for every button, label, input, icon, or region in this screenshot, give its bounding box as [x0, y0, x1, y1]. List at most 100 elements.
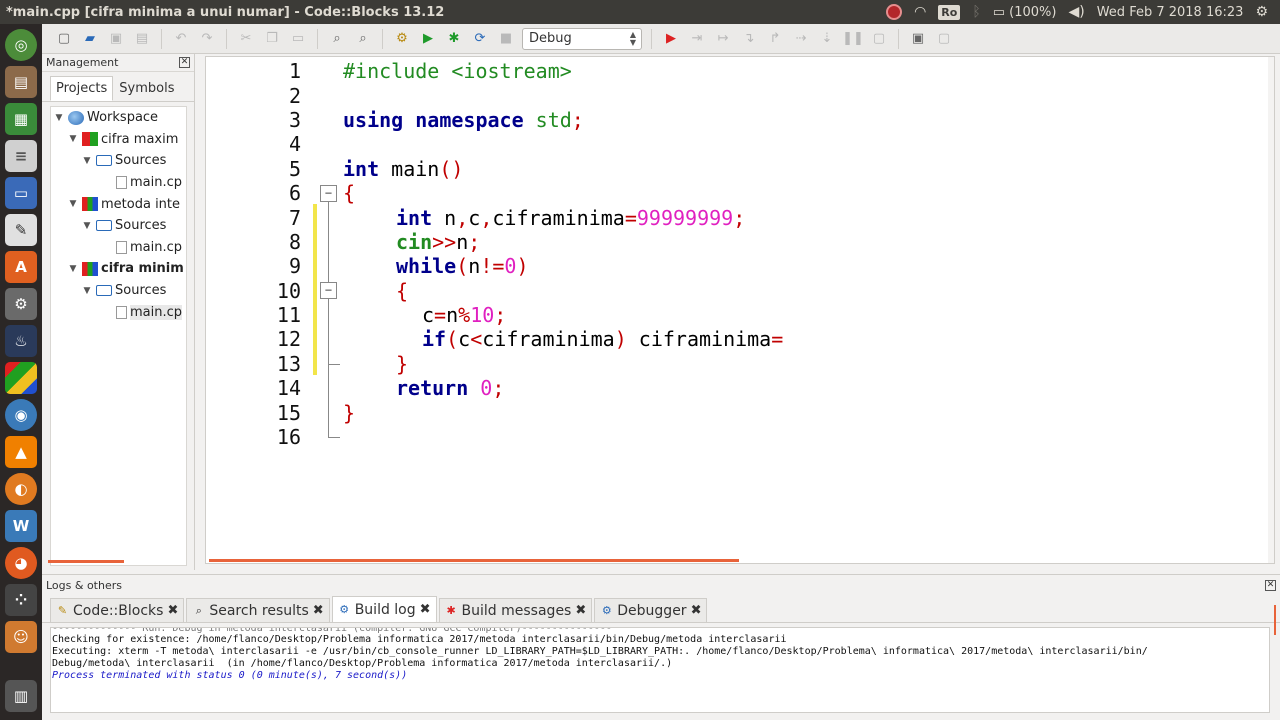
file-icon: [116, 176, 127, 190]
save-icon[interactable]: ▣: [106, 29, 126, 49]
tree-item-file-selected[interactable]: main.cp: [51, 301, 186, 323]
tab-projects[interactable]: Projects: [50, 76, 114, 101]
close-tab-icon[interactable]: ✖: [420, 602, 431, 617]
cut-icon[interactable]: ✂: [236, 29, 256, 49]
software-center-icon[interactable]: A: [5, 251, 37, 283]
sublime-icon[interactable]: W: [5, 510, 37, 542]
open-file-icon[interactable]: ▰: [80, 29, 100, 49]
various-info-icon[interactable]: ▢: [934, 29, 954, 49]
wifi-icon[interactable]: ◠: [914, 4, 926, 20]
horizontal-scrollbar[interactable]: [48, 560, 124, 563]
vertical-scrollbar[interactable]: [1268, 57, 1274, 563]
volume-icon[interactable]: ◀): [1068, 4, 1084, 20]
expand-arrow-icon[interactable]: ▼: [81, 286, 93, 296]
tab-symbols[interactable]: Symbols: [113, 76, 180, 101]
next-line-icon[interactable]: ↦: [713, 29, 733, 49]
build-log-output[interactable]: -------------- Run: Debug in metoda inte…: [50, 627, 1270, 713]
step-into-instruction-icon[interactable]: ⇣: [817, 29, 837, 49]
tree-item-folder[interactable]: ▼ Sources: [51, 215, 186, 237]
next-instruction-icon[interactable]: ⇢: [791, 29, 811, 49]
bluetooth-icon[interactable]: ᛒ: [972, 4, 980, 20]
step-out-icon[interactable]: ↱: [765, 29, 785, 49]
gimp-icon[interactable]: ☺: [5, 621, 37, 653]
search-icon: ⌕: [195, 604, 202, 617]
line-number: 10: [276, 279, 301, 303]
stop-debug-icon[interactable]: ▢: [869, 29, 889, 49]
expand-arrow-icon[interactable]: ▼: [53, 113, 65, 123]
build-gear-icon[interactable]: ⚙: [392, 29, 412, 49]
copy-icon[interactable]: ❐: [262, 29, 282, 49]
spreadsheet-icon[interactable]: ▦: [5, 103, 37, 135]
clock[interactable]: Wed Feb 7 2018 16:23: [1097, 5, 1244, 20]
recording-indicator-icon[interactable]: [886, 4, 903, 20]
expand-arrow-icon[interactable]: ▼: [67, 264, 79, 274]
tab-search-results[interactable]: ⌕ Search results ✖: [186, 598, 330, 622]
debug-windows-icon[interactable]: ▣: [908, 29, 928, 49]
fold-collapse-icon[interactable]: −: [320, 282, 337, 299]
vlc-icon[interactable]: ▲: [5, 436, 37, 468]
tab-debugger[interactable]: ⚙ Debugger ✖: [594, 598, 708, 622]
system-settings-icon[interactable]: ⚙: [5, 288, 37, 320]
tab-build-log[interactable]: ⚙ Build log ✖: [331, 596, 437, 622]
line-number: 14: [276, 376, 301, 400]
run-to-cursor-icon[interactable]: ⇥: [687, 29, 707, 49]
tab-build-messages[interactable]: ✱ Build messages ✖: [438, 598, 593, 622]
close-icon[interactable]: ✕: [1265, 579, 1276, 591]
close-tab-icon[interactable]: ✖: [167, 603, 178, 618]
undo-icon[interactable]: ↶: [171, 29, 191, 49]
steam-icon[interactable]: ♨: [5, 325, 37, 357]
horizontal-scrollbar[interactable]: [209, 559, 739, 562]
replace-icon[interactable]: ⌕: [353, 29, 373, 49]
firefox-icon[interactable]: ◕: [5, 547, 37, 579]
redo-icon[interactable]: ↷: [197, 29, 217, 49]
build-and-run-icon[interactable]: ✱: [444, 29, 464, 49]
battery-indicator[interactable]: ▭ (100%): [993, 5, 1057, 20]
vertical-scrollbar[interactable]: [1274, 605, 1276, 635]
tree-item-project[interactable]: ▼ metoda inte: [51, 193, 186, 215]
close-tab-icon[interactable]: ✖: [313, 603, 324, 618]
fold-collapse-icon[interactable]: −: [320, 185, 337, 202]
close-tab-icon[interactable]: ✖: [691, 603, 702, 618]
code-editor[interactable]: 1 2 3 4 5 6 7 8 9 10 11 12 13 14 15 16 −…: [205, 56, 1275, 564]
trash-icon[interactable]: ▥: [5, 680, 37, 712]
dash-home-icon[interactable]: ◎: [5, 29, 37, 61]
management-panel: Management ✕ Projects Symbols ▼ Workspac…: [42, 54, 195, 570]
tree-item-file[interactable]: main.cp: [51, 237, 186, 259]
tree-item-project-active[interactable]: ▼ cifra minim: [51, 258, 186, 280]
expand-arrow-icon[interactable]: ▼: [67, 199, 79, 209]
codeblocks-icon[interactable]: [5, 362, 37, 394]
files-icon[interactable]: ▤: [5, 66, 37, 98]
new-file-icon[interactable]: ▢: [54, 29, 74, 49]
tree-item-label: Sources: [115, 218, 167, 234]
tab-codeblocks[interactable]: ✎ Code::Blocks ✖: [50, 598, 185, 622]
tree-item-project[interactable]: ▼ cifra maxim: [51, 129, 186, 151]
close-icon[interactable]: ✕: [179, 57, 190, 68]
abort-icon[interactable]: ■: [496, 29, 516, 49]
keyboard-layout-indicator[interactable]: Ro: [938, 4, 961, 20]
build-target-select[interactable]: Debug ▲ ▼: [522, 27, 642, 50]
debug-start-icon[interactable]: ▶: [661, 29, 681, 49]
save-all-icon[interactable]: ▤: [132, 29, 152, 49]
tree-item-folder[interactable]: ▼ Sources: [51, 280, 186, 302]
presentation-icon[interactable]: ▭: [5, 177, 37, 209]
settings-gear-icon[interactable]: ⚙: [1255, 4, 1268, 20]
paste-icon[interactable]: ▭: [288, 29, 308, 49]
expand-arrow-icon[interactable]: ▼: [81, 221, 93, 231]
workspace-switcher-icon[interactable]: ⁘: [5, 584, 37, 616]
run-icon[interactable]: ▶: [418, 29, 438, 49]
rebuild-icon[interactable]: ⟳: [470, 29, 490, 49]
tree-item-label: main.cp: [130, 175, 183, 191]
step-into-icon[interactable]: ↴: [739, 29, 759, 49]
pause-icon[interactable]: ❚❚: [842, 29, 864, 49]
find-icon[interactable]: ⌕: [327, 29, 347, 49]
tree-item-folder[interactable]: ▼ Sources: [51, 150, 186, 172]
tree-item-file[interactable]: main.cp: [51, 172, 186, 194]
expand-arrow-icon[interactable]: ▼: [67, 134, 79, 144]
tree-item-workspace[interactable]: ▼ Workspace: [51, 107, 186, 129]
blender-icon[interactable]: ◐: [5, 473, 37, 505]
expand-arrow-icon[interactable]: ▼: [81, 156, 93, 166]
close-tab-icon[interactable]: ✖: [575, 603, 586, 618]
document-icon[interactable]: ≡: [5, 140, 37, 172]
chromium-icon[interactable]: ◉: [5, 399, 37, 431]
writer-icon[interactable]: ✎: [5, 214, 37, 246]
